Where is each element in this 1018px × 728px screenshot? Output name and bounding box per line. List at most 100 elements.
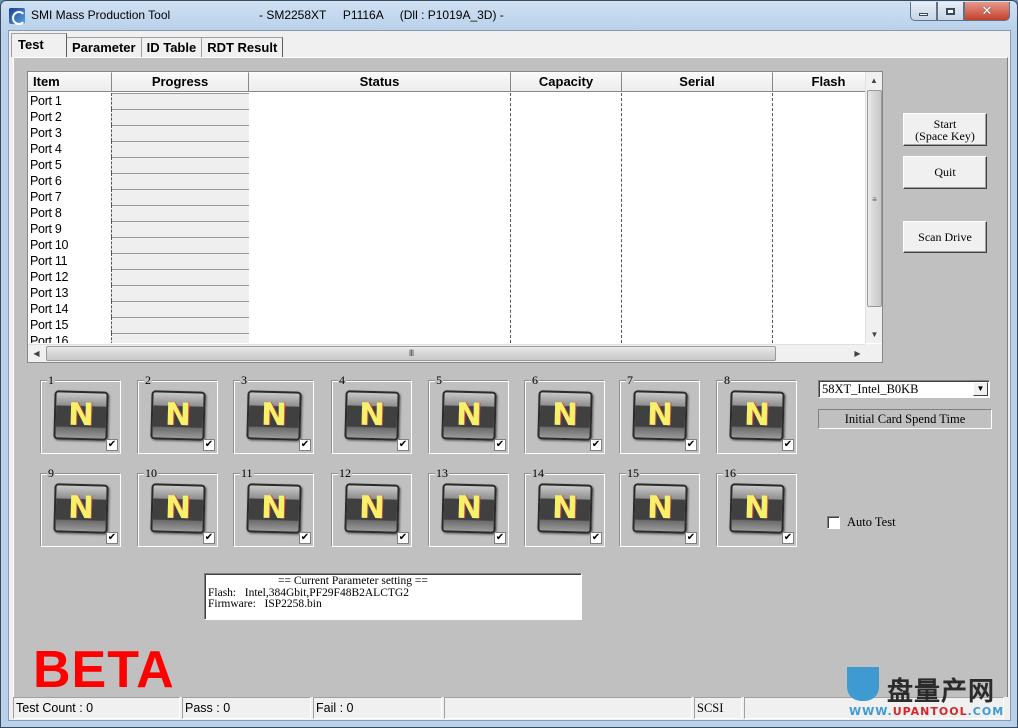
drive-status-icon: N [150,483,206,534]
port-enable-checkbox[interactable]: ✔ [106,439,118,451]
vertical-scrollbar[interactable]: ▲ ≡ ▼ [865,72,882,343]
horizontal-scrollbar[interactable]: ◀ III ▶ [28,344,866,362]
port-slot[interactable]: 10 N ✔ [137,466,218,547]
start-button[interactable]: Start (Space Key) [903,113,987,146]
port-slot[interactable]: 1 N ✔ [40,373,121,454]
tab-rdt-result[interactable]: RDT Result [201,37,284,57]
scroll-left-icon[interactable]: ◀ [28,345,45,362]
table-row[interactable]: Port 5 [28,157,866,173]
column-serial[interactable]: Serial [622,72,773,92]
port-enable-checkbox[interactable]: ✔ [203,439,215,451]
table-row[interactable]: Port 9 [28,221,866,237]
start-shortcut-label: (Space Key) [915,129,975,143]
port-enable-checkbox[interactable]: ✔ [685,439,697,451]
tab-parameter[interactable]: Parameter [66,37,142,57]
port-enable-checkbox[interactable]: ✔ [397,532,409,544]
drive-status-icon: N [729,390,785,441]
port-state-letter: N [646,489,674,527]
port-slot[interactable]: 8 N ✔ [716,373,797,454]
horizontal-scroll-thumb[interactable]: III [46,346,776,361]
table-row[interactable]: Port 14 [28,301,866,317]
table-row[interactable]: Port 6 [28,173,866,189]
table-row[interactable]: Port 7 [28,189,866,205]
table-row[interactable]: Port 10 [28,237,866,253]
port-enable-checkbox[interactable]: ✔ [590,439,602,451]
table-row[interactable]: Port 8 [28,205,866,221]
checkbox-icon[interactable] [827,516,840,529]
port-slot[interactable]: 13 N ✔ [428,466,509,547]
scrollbar-corner [865,344,882,362]
port-enable-checkbox[interactable]: ✔ [590,532,602,544]
drive-status-icon: N [632,390,688,441]
port-enable-checkbox[interactable]: ✔ [203,532,215,544]
port-enable-checkbox[interactable]: ✔ [494,532,506,544]
maximize-button[interactable] [937,2,964,21]
port-slot[interactable]: 9 N ✔ [40,466,121,547]
status-pass: Pass : 0 [182,697,311,719]
table-row[interactable]: Port 11 [28,253,866,269]
port-enable-checkbox[interactable]: ✔ [106,532,118,544]
drive-status-icon: N [344,483,400,534]
port-slot[interactable]: 3 N ✔ [233,373,314,454]
drive-status-icon: N [53,390,109,441]
model-select-value: 58XT_Intel_B0KB [822,382,919,396]
port-state-letter: N [260,489,288,527]
column-progress[interactable]: Progress [112,72,249,92]
model-select[interactable]: 58XT_Intel_B0KB ▼ [818,380,990,398]
port-item-cell: Port 4 [28,141,112,157]
progress-bar [112,285,249,301]
auto-test-checkbox[interactable]: Auto Test [827,515,896,530]
port-slot[interactable]: 11 N ✔ [233,466,314,547]
table-row[interactable]: Port 15 [28,317,866,333]
table-row[interactable]: Port 1 [28,93,866,109]
scan-drive-button[interactable]: Scan Drive [903,221,987,253]
progress-bar [112,269,249,285]
status-cell [249,125,866,141]
app-window: SMI Mass Production Tool - SM2258XT P111… [0,0,1018,728]
table-row[interactable]: Port 4 [28,141,866,157]
status-cell [249,285,866,301]
port-slot[interactable]: 7 N ✔ [619,373,700,454]
port-enable-checkbox[interactable]: ✔ [782,439,794,451]
port-slot[interactable]: 5 N ✔ [428,373,509,454]
minimize-button[interactable] [910,2,937,21]
port-enable-checkbox[interactable]: ✔ [685,532,697,544]
port-slot[interactable]: 2 N ✔ [137,373,218,454]
watermark-logo: 盘量产网 WWW.UPANTOOL.COM [843,665,1013,725]
column-item[interactable]: Item [28,72,112,92]
port-number: 13 [435,466,449,480]
table-row[interactable]: Port 12 [28,269,866,285]
quit-button[interactable]: Quit [903,156,987,189]
vertical-scroll-thumb[interactable]: ≡ [867,90,882,307]
port-state-letter: N [164,396,192,434]
port-list[interactable]: Item Progress Status Capacity Serial Fla… [27,71,883,363]
port-slot[interactable]: 4 N ✔ [331,373,412,454]
table-row[interactable]: Port 3 [28,125,866,141]
drive-status-icon: N [441,483,497,534]
status-cell [249,109,866,125]
port-item-cell: Port 7 [28,189,112,205]
port-enable-checkbox[interactable]: ✔ [782,532,794,544]
scroll-down-icon[interactable]: ▼ [866,326,882,343]
port-slot[interactable]: 6 N ✔ [524,373,605,454]
column-status[interactable]: Status [249,72,511,92]
port-enable-checkbox[interactable]: ✔ [397,439,409,451]
table-row[interactable]: Port 2 [28,109,866,125]
title-bar[interactable]: SMI Mass Production Tool - SM2258XT P111… [1,1,1017,29]
port-slot[interactable]: 12 N ✔ [331,466,412,547]
tab-test[interactable]: Test [11,33,67,57]
scroll-up-icon[interactable]: ▲ [866,72,882,89]
port-enable-checkbox[interactable]: ✔ [299,439,311,451]
chevron-down-icon[interactable]: ▼ [973,382,988,396]
table-row[interactable]: Port 16 [28,333,866,343]
table-row[interactable]: Port 13 [28,285,866,301]
tab-id-table[interactable]: ID Table [140,37,203,57]
port-enable-checkbox[interactable]: ✔ [299,532,311,544]
port-slot[interactable]: 15 N ✔ [619,466,700,547]
port-slot[interactable]: 16 N ✔ [716,466,797,547]
port-slot[interactable]: 14 N ✔ [524,466,605,547]
port-enable-checkbox[interactable]: ✔ [494,439,506,451]
column-capacity[interactable]: Capacity [511,72,622,92]
close-button[interactable]: ✕ [964,2,1010,21]
scroll-right-icon[interactable]: ▶ [849,345,866,362]
